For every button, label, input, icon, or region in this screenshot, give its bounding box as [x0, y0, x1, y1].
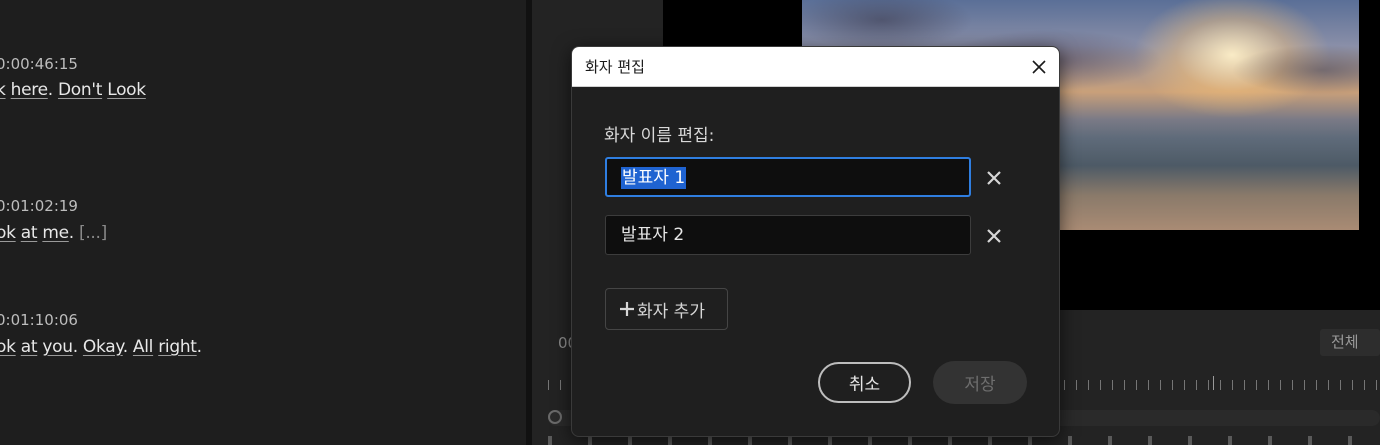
transcript-word[interactable]: you — [42, 337, 73, 357]
speaker-name-input-2[interactable]: 발표자 2 — [605, 215, 971, 255]
transcript-word[interactable]: Look — [107, 80, 146, 100]
transcript-text[interactable]: k here. Don't Look — [0, 80, 146, 100]
transcript-word[interactable]: Don't — [58, 80, 102, 100]
zoom-scrollbar-handle[interactable] — [548, 410, 562, 424]
cancel-button[interactable]: 취소 — [818, 362, 911, 403]
remove-speaker-2-button[interactable] — [980, 222, 1008, 250]
transcript-word[interactable]: k — [0, 80, 6, 100]
remove-speaker-1-button[interactable] — [980, 164, 1008, 192]
dialog-titlebar[interactable]: 화자 편집 — [572, 47, 1059, 87]
transcript-panel: 0:00:46:15 k here. Don't Look 0:01:02:19… — [0, 0, 526, 445]
selected-text: 발표자 1 — [621, 167, 687, 189]
punctuation: . — [196, 337, 202, 357]
punctuation: . — [68, 223, 74, 243]
transcript-timecode: 0:00:46:15 — [0, 55, 78, 73]
punctuation: . — [122, 337, 128, 357]
transcript-word[interactable]: ok — [0, 223, 16, 243]
transcript-word[interactable]: at — [21, 337, 38, 357]
transcript-timecode: 0:01:02:19 — [0, 197, 78, 215]
edit-speakers-dialog: 화자 편집 화자 이름 편집: 발표자 1 발표자 2 화자 추가 취소 저장 — [571, 46, 1060, 437]
close-icon — [987, 229, 1001, 243]
transcript-word[interactable]: here — [11, 80, 48, 100]
speaker-name-input-1[interactable]: 발표자 1 — [605, 157, 971, 197]
punctuation: . — [72, 337, 78, 357]
add-speaker-button[interactable]: 화자 추가 — [605, 288, 728, 330]
add-speaker-label: 화자 추가 — [637, 301, 705, 322]
save-button[interactable]: 저장 — [933, 361, 1027, 404]
transcript-word[interactable]: All — [133, 337, 153, 357]
transcript-word[interactable]: Okay — [83, 337, 123, 357]
close-icon[interactable] — [1025, 53, 1053, 81]
transcript-timecode: 0:01:10:06 — [0, 311, 78, 329]
ruler-major-tick — [1213, 376, 1214, 390]
plus-icon — [620, 302, 634, 316]
transcript-word[interactable]: right — [158, 337, 197, 357]
transcript-word[interactable]: ok — [0, 337, 16, 357]
transcript-text[interactable]: ok at you. Okay. All right. — [0, 337, 202, 357]
transcript-ellipsis[interactable]: [...] — [79, 223, 107, 243]
dialog-title: 화자 편집 — [585, 58, 645, 76]
close-icon — [987, 171, 1001, 185]
transcript-word[interactable]: me — [42, 223, 69, 243]
transport-controls[interactable] — [548, 436, 1380, 445]
fit-dropdown[interactable]: 전체 — [1320, 329, 1380, 356]
transcript-text[interactable]: ok at me. [...] — [0, 223, 107, 243]
transcript-word[interactable]: at — [21, 223, 38, 243]
speaker-names-label: 화자 이름 편집: — [604, 126, 715, 146]
punctuation: . — [47, 80, 53, 100]
